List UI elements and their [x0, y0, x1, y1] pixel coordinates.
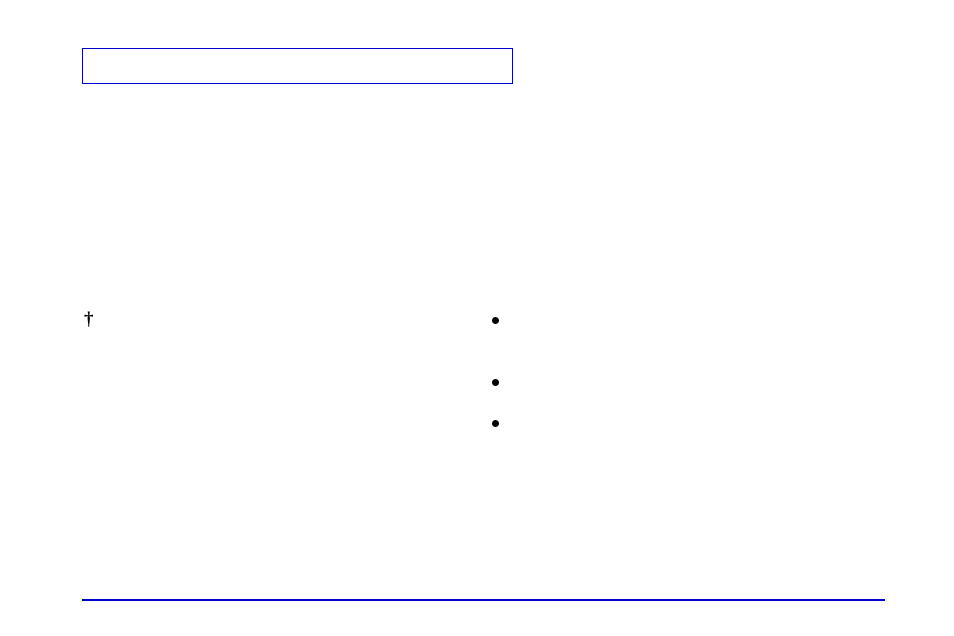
dagger-symbol: † — [84, 309, 94, 331]
horizontal-rule — [82, 599, 885, 601]
title-box — [82, 48, 513, 84]
